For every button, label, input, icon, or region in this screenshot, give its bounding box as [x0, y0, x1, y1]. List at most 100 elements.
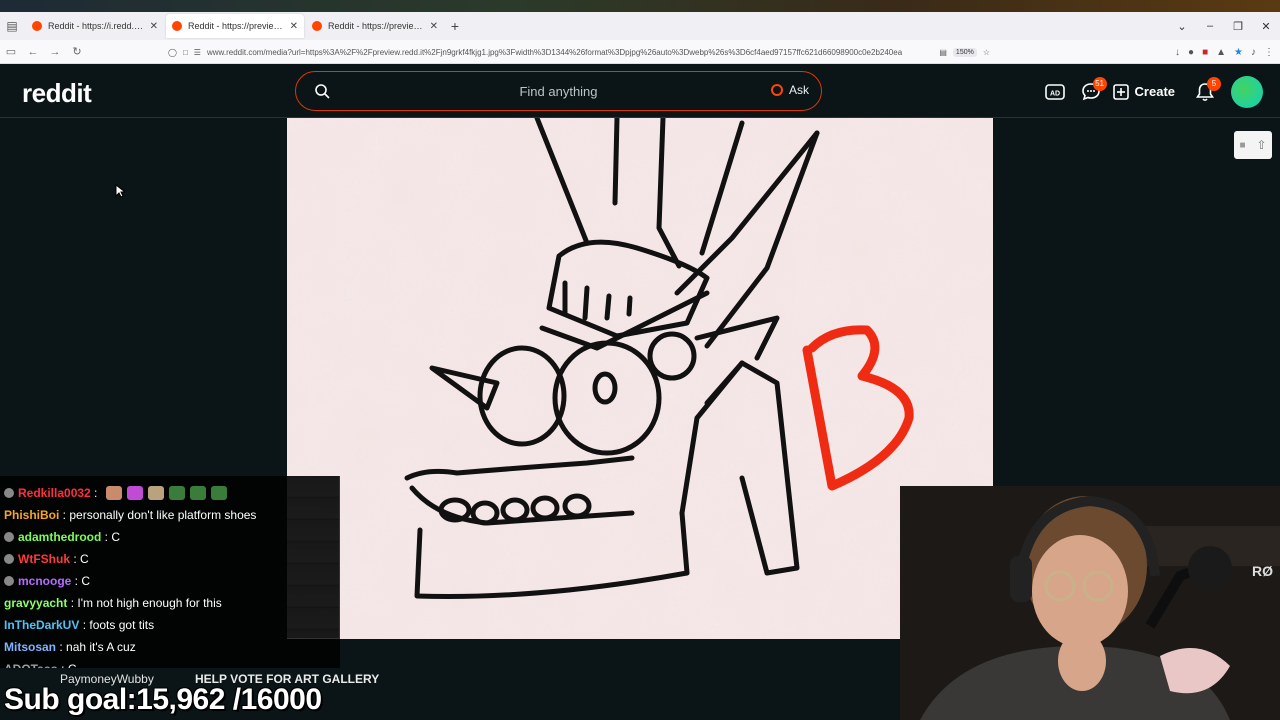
new-tab-icon[interactable]: + — [444, 18, 466, 34]
search-bar[interactable]: Find anything Ask — [295, 71, 822, 111]
emote-icon — [126, 486, 143, 500]
reddit-header: reddit Find anything Ask AD 51 Create 5 — [0, 65, 1280, 118]
badge-icon — [4, 488, 14, 498]
url-text[interactable]: www.reddit.com/media?url=https%3A%2F%2Fp… — [207, 48, 933, 57]
lock-icon[interactable]: ■ — [1239, 140, 1245, 151]
window-controls: ⌄ – ❐ ✕ — [1168, 12, 1280, 40]
tab-label: Reddit - https://preview.redd.it/ — [188, 21, 284, 31]
emote-icon — [105, 486, 122, 500]
bookmark-star-icon[interactable]: ☆ — [983, 48, 990, 57]
stream-chat: Redkilla0032 : PhishiBoi : personally do… — [0, 476, 340, 676]
user-avatar[interactable] — [1231, 75, 1263, 108]
search-placeholder: Find anything — [519, 83, 598, 99]
chat-message: gravyyacht : I'm not high enough for thi… — [4, 596, 222, 610]
advertise-button[interactable]: AD — [1037, 74, 1073, 110]
address-bar[interactable]: ◯ □ ☰ www.reddit.com/media?url=https%3A%… — [168, 43, 990, 61]
chat-message: PhishiBoi : personally don't like platfo… — [4, 508, 257, 522]
reload-icon[interactable]: ↻ — [66, 45, 88, 58]
reddit-logo[interactable]: reddit — [22, 78, 92, 109]
streamer-webcam-image: RØ — [900, 486, 1280, 720]
chat-message: Mitsosan : nah it's A cuz — [4, 640, 136, 654]
reader-view-icon[interactable]: ▤ — [939, 48, 947, 57]
reddit-favicon-icon — [32, 21, 42, 31]
download-icon[interactable]: ↓ — [1175, 47, 1180, 58]
chat-message: InTheDarkUV : foots got tits — [4, 618, 155, 632]
create-button[interactable]: Create — [1112, 83, 1175, 100]
notification-badge: 5 — [1207, 76, 1221, 91]
chat-button[interactable]: 51 — [1073, 74, 1109, 110]
extension-icon[interactable]: ● — [1188, 47, 1194, 58]
chat-username: gravyyacht — [4, 596, 68, 610]
extension-icon[interactable]: ■ — [1202, 47, 1208, 58]
browser-tab[interactable]: Reddit - https://preview.redd.it/ ✕ — [306, 14, 444, 38]
webcam-feed: RØ — [900, 486, 1280, 720]
shoe-drawing: B — [287, 118, 993, 639]
browser-tab[interactable]: Reddit - https://i.redd.it/1v0z0l ✕ — [26, 14, 164, 38]
maximize-icon[interactable]: ❐ — [1224, 20, 1252, 33]
ad-icon: AD — [1044, 83, 1065, 100]
chat-text: C — [81, 574, 91, 588]
chat-text: foots got tits — [89, 618, 155, 632]
close-tab-icon[interactable]: ✕ — [430, 21, 438, 32]
reddit-favicon-icon — [312, 21, 322, 31]
tab-label: Reddit - https://i.redd.it/1v0z0l — [48, 21, 144, 31]
scroll-controls[interactable]: ■ ⇧ — [1234, 131, 1272, 159]
tab-label: Reddit - https://preview.redd.it/ — [328, 21, 424, 31]
close-window-icon[interactable]: ✕ — [1252, 20, 1280, 33]
browser-nav-bar: ▭ ← → ↻ ◯ □ ☰ www.reddit.com/media?url=h… — [0, 40, 1280, 64]
translate-icon[interactable]: ★ — [1234, 47, 1243, 58]
ask-icon — [770, 84, 783, 96]
arrow-up-icon[interactable]: ⇧ — [1256, 138, 1266, 152]
permissions-icon[interactable]: ☰ — [194, 48, 201, 57]
browser-tab-bar: ▤ Reddit - https://i.redd.it/1v0z0l ✕ Re… — [0, 12, 1280, 40]
frog-emote-icon — [168, 486, 185, 500]
close-tab-icon[interactable]: ✕ — [150, 21, 158, 32]
media-image[interactable]: B — [287, 118, 993, 639]
minimize-icon[interactable]: – — [1196, 20, 1224, 32]
desktop-background-strip — [0, 0, 1280, 12]
plus-icon — [1112, 83, 1129, 100]
emote-icon — [147, 486, 164, 500]
ask-button[interactable]: Ask — [770, 83, 809, 97]
svg-text:RØ: RØ — [1252, 563, 1273, 579]
extension-icon[interactable]: ▲ — [1216, 47, 1226, 58]
chat-username: PhishiBoi — [4, 508, 60, 522]
shield-icon[interactable]: ◯ — [168, 48, 177, 57]
chat-message: WtFShuk : C — [0, 548, 340, 570]
zoom-level[interactable]: 150% — [952, 47, 977, 57]
header-actions: AD 51 Create 5 — [1037, 65, 1280, 118]
chat-text: I'm not high enough for this — [77, 596, 222, 610]
tab-dropdown-icon[interactable]: ⌄ — [1168, 20, 1196, 33]
audio-icon[interactable]: ♪ — [1251, 47, 1256, 58]
sub-goal-counter: Sub goal:15,962 /16000 — [4, 683, 322, 716]
chat-username: Redkilla0032 — [18, 486, 91, 500]
browser-tab-active[interactable]: Reddit - https://preview.redd.it/ ✕ — [166, 14, 304, 38]
notifications-button[interactable]: 5 — [1187, 74, 1223, 110]
menu-icon[interactable]: ⋮ — [1264, 47, 1274, 58]
chat-text: C — [80, 552, 89, 566]
chat-text: C — [111, 530, 121, 544]
screen: ▤ Reddit - https://i.redd.it/1v0z0l ✕ Re… — [0, 0, 1280, 720]
chat-message: Redkilla0032 : — [0, 482, 340, 504]
chat-text: personally don't like platform shoes — [69, 508, 257, 522]
lock-icon[interactable]: □ — [183, 48, 188, 57]
sidebar-icon[interactable]: ▭ — [0, 45, 22, 58]
chat-username: InTheDarkUV — [4, 618, 80, 632]
ask-label: Ask — [788, 83, 809, 97]
chat-username: adamthedrood — [18, 530, 102, 544]
frog-emote-icon — [189, 486, 206, 500]
chat-text: nah it's A cuz — [66, 640, 136, 654]
close-tab-icon[interactable]: ✕ — [290, 21, 298, 32]
chat-username: Mitsosan — [4, 640, 57, 654]
chat-badge: 51 — [1092, 76, 1107, 91]
forward-icon[interactable]: → — [44, 46, 66, 58]
chat-message: adamthedrood : C — [0, 526, 340, 548]
chat-message: mcnooge : C — [0, 570, 340, 592]
frog-emote-icon — [210, 486, 227, 500]
tab-list-icon[interactable]: ▤ — [0, 12, 24, 40]
back-icon[interactable]: ← — [22, 46, 44, 58]
badge-icon — [4, 576, 14, 586]
mouse-cursor-icon — [115, 184, 125, 198]
create-label: Create — [1134, 84, 1175, 99]
toolbar-icons: ↓ ● ■ ▲ ★ ♪ ⋮ — [1175, 40, 1274, 64]
